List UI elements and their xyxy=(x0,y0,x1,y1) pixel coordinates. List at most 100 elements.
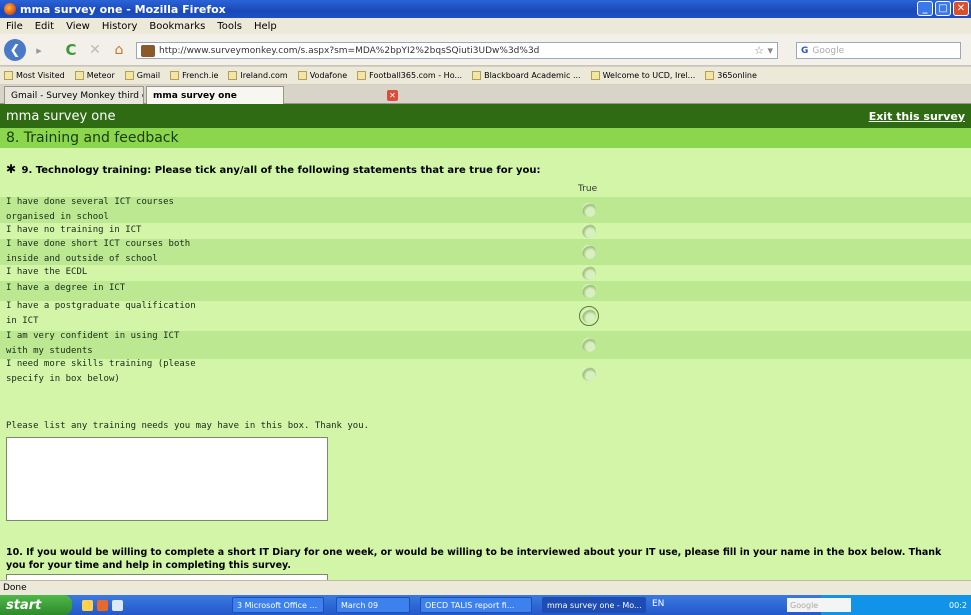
bookmark-star-icon[interactable]: ☆ ▾ xyxy=(754,44,773,57)
close-window-button[interactable]: ✕ xyxy=(953,1,969,16)
option-label-line1: I have no training in ICT xyxy=(6,225,142,235)
quicklaunch-icon[interactable] xyxy=(97,599,108,611)
menu-tools[interactable]: Tools xyxy=(217,21,242,32)
minimize-button[interactable]: _ xyxy=(917,1,933,16)
true-checkbox[interactable] xyxy=(582,284,596,298)
option-label: I have a degree in ICT xyxy=(6,281,125,296)
window-titlebar: mma survey one - Mozilla Firefox _ □ ✕ xyxy=(0,0,971,18)
bookmark-most-visited[interactable]: Most Visited xyxy=(4,71,65,80)
stop-button[interactable]: ✕ xyxy=(86,39,104,61)
forward-button[interactable]: ▸ xyxy=(30,39,48,61)
taskbar-item-oecd[interactable]: OECD TALIS report fi... xyxy=(420,597,532,613)
bookmark-icon xyxy=(590,71,600,80)
question-9: ✱ 9. Technology training: Please tick an… xyxy=(6,162,541,176)
true-checkbox[interactable] xyxy=(582,245,596,259)
option-label-line1: I have done several ICT courses xyxy=(6,197,174,207)
bookmark-icon xyxy=(297,71,307,80)
search-input[interactable]: G Google xyxy=(796,42,961,59)
taskbar-item-march[interactable]: March 09 xyxy=(336,597,410,613)
true-checkbox[interactable] xyxy=(579,306,599,326)
option-row: I have done short ICT courses both inside… xyxy=(0,239,971,265)
section-title: 8. Training and feedback xyxy=(0,128,971,148)
bookmark-french[interactable]: French.ie xyxy=(170,71,218,80)
survey-page: mma survey one Exit this survey 8. Train… xyxy=(0,104,971,580)
status-text: Done xyxy=(3,583,27,593)
quicklaunch-icon[interactable] xyxy=(112,599,123,611)
tab-gmail[interactable]: Gmail - Survey Monkey third collector - … xyxy=(4,86,144,104)
exit-survey-link[interactable]: Exit this survey xyxy=(869,110,965,123)
comment-label: Please list any training needs you may h… xyxy=(6,421,370,431)
menu-file[interactable]: File xyxy=(6,21,23,32)
true-checkbox[interactable] xyxy=(582,203,596,217)
url-text: http://www.surveymonkey.com/s.aspx?sm=MD… xyxy=(159,45,540,56)
taskbar-item-office[interactable]: 3 Microsoft Office ... xyxy=(232,597,324,613)
bookmark-icon xyxy=(472,71,482,80)
start-button[interactable]: start xyxy=(0,595,72,615)
firefox-icon xyxy=(4,3,16,15)
close-icon: ✕ xyxy=(387,89,398,101)
system-tray: Google 00:2 xyxy=(787,595,971,615)
menu-bookmarks[interactable]: Bookmarks xyxy=(149,21,205,32)
bookmark-icon xyxy=(170,71,180,80)
site-favicon-icon xyxy=(141,44,155,57)
option-label: I have no training in ICT xyxy=(6,223,141,238)
navigation-toolbar: ❮ ▸ C ✕ ⌂ http://www.surveymonkey.com/s.… xyxy=(0,34,971,66)
option-label: I have a postgraduate qualification in IC… xyxy=(6,299,196,329)
survey-title: mma survey one xyxy=(6,108,116,124)
maximize-button[interactable]: □ xyxy=(935,1,951,16)
back-arrow-icon: ❮ xyxy=(9,42,21,58)
menu-view[interactable]: View xyxy=(66,21,90,32)
option-label: I am very confident in using ICT with my … xyxy=(6,329,179,359)
option-row: I have the ECDL xyxy=(0,265,971,281)
option-row: I have a postgraduate qualification in IC… xyxy=(0,301,971,331)
taskbar-search-input[interactable]: Google xyxy=(787,598,851,612)
bookmark-icon xyxy=(705,71,715,80)
bookmark-icon xyxy=(4,71,13,80)
survey-header: mma survey one Exit this survey xyxy=(0,104,971,128)
column-header-true: True xyxy=(578,184,598,194)
forward-arrow-icon: ▸ xyxy=(36,43,42,57)
true-checkbox[interactable] xyxy=(582,266,596,280)
back-button[interactable]: ❮ xyxy=(4,39,26,61)
reload-icon: C xyxy=(65,41,77,59)
language-indicator[interactable]: EN xyxy=(652,599,664,609)
option-row: I have done several ICT courses organised… xyxy=(0,197,971,223)
tab-label: Gmail - Survey Monkey third collector - … xyxy=(11,90,143,101)
close-tab-button[interactable]: ✕ xyxy=(384,86,398,104)
menu-help[interactable]: Help xyxy=(254,21,277,32)
menu-edit[interactable]: Edit xyxy=(35,21,54,32)
bookmark-ucd[interactable]: Welcome to UCD, Irel... xyxy=(590,71,695,80)
taskbar-item-survey[interactable]: mma survey one - Mo... xyxy=(542,597,646,613)
bookmark-gmail[interactable]: Gmail xyxy=(124,71,160,80)
option-label: I have the ECDL xyxy=(6,265,87,280)
bookmark-meteor[interactable]: Meteor xyxy=(74,71,115,80)
true-checkbox[interactable] xyxy=(582,224,596,238)
option-label-line1: I need more skills training (please xyxy=(6,359,196,369)
quicklaunch-icon[interactable] xyxy=(82,599,93,611)
menu-bar: File Edit View History Bookmarks Tools H… xyxy=(0,18,971,34)
bookmark-ireland[interactable]: Ireland.com xyxy=(228,71,288,80)
status-bar: Done xyxy=(0,580,971,595)
clock: 00:2 xyxy=(949,600,967,610)
option-label: I have done several ICT courses organised… xyxy=(6,195,174,225)
option-row: I am very confident in using ICT with my … xyxy=(0,331,971,359)
bookmark-365online[interactable]: 365online xyxy=(705,71,757,80)
option-row: I need more skills training (please speci… xyxy=(0,359,971,389)
option-label-line2: in ICT xyxy=(6,316,39,326)
quick-launch xyxy=(72,595,136,615)
window-title: mma survey one - Mozilla Firefox xyxy=(20,2,226,16)
bookmark-football365[interactable]: Football365.com - Ho... xyxy=(357,71,462,80)
bookmark-blackboard[interactable]: Blackboard Academic ... xyxy=(472,71,581,80)
training-needs-textarea[interactable] xyxy=(6,437,328,521)
address-bar[interactable]: http://www.surveymonkey.com/s.aspx?sm=MD… xyxy=(136,42,778,59)
true-checkbox[interactable] xyxy=(582,367,596,381)
reload-button[interactable]: C xyxy=(62,39,80,61)
option-label: I need more skills training (please speci… xyxy=(6,357,196,387)
home-icon: ⌂ xyxy=(114,42,124,58)
true-checkbox[interactable] xyxy=(582,338,596,352)
home-button[interactable]: ⌂ xyxy=(110,39,128,61)
tab-mma-survey[interactable]: mma survey one xyxy=(146,86,284,104)
menu-history[interactable]: History xyxy=(102,21,138,32)
bookmark-vodafone[interactable]: Vodafone xyxy=(297,71,347,80)
tab-label: mma survey one xyxy=(153,90,237,101)
